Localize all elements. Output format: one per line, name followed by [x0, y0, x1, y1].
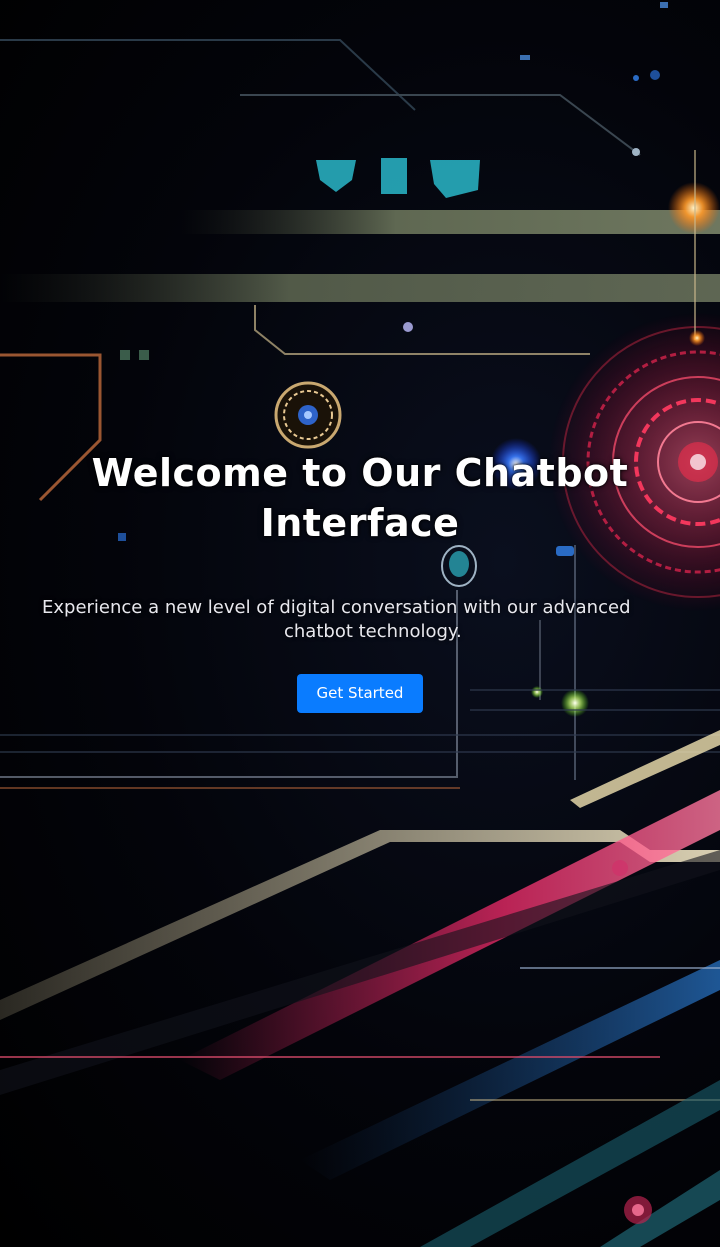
hero-subtitle-line-2: chatbot technology. [284, 621, 462, 642]
hero-title: Welcome to Our Chatbot Interface [91, 451, 629, 545]
landing-page: Welcome to Our Chatbot Interface Experie… [0, 0, 720, 1247]
hero-subtitle-line-1: Experience a new level of digital conver… [42, 597, 631, 618]
hero-section: Welcome to Our Chatbot Interface Experie… [0, 448, 720, 713]
robot-emblem-icon [274, 381, 342, 449]
get-started-button[interactable]: Get Started [296, 674, 424, 713]
hero-subtitle: Experience a new level of digital conver… [0, 596, 720, 644]
